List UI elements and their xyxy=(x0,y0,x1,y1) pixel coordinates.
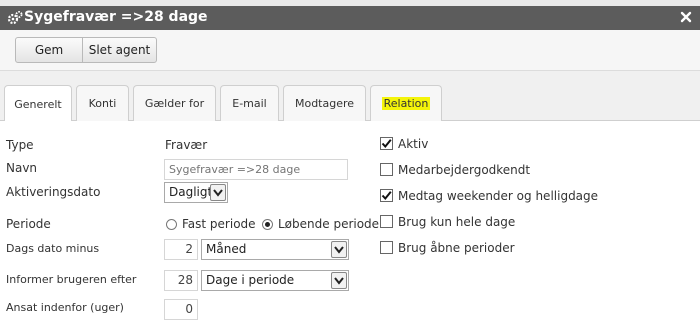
close-icon[interactable] xyxy=(680,11,692,23)
form-content: Type Fravær Navn Aktiveringsdato Dagligt… xyxy=(0,121,700,327)
checkbox-brug-abne-perioder-label: Brug åbne perioder xyxy=(398,241,515,255)
tab-email[interactable]: E-mail xyxy=(220,85,279,121)
gears-icon xyxy=(7,10,23,26)
tab-label-highlighted: Relation xyxy=(381,97,431,110)
navn-label: Navn xyxy=(6,161,38,175)
chevron-down-icon xyxy=(331,241,347,258)
tab-label: Gælder for xyxy=(144,97,205,110)
tab-label: Generelt xyxy=(14,97,62,111)
tab-relation[interactable]: Relation xyxy=(370,85,442,121)
checkbox-medarbejdergodkendt[interactable] xyxy=(380,163,393,176)
dags-dato-minus-unit-select[interactable]: Måned xyxy=(201,239,349,260)
tab-gaelder-for[interactable]: Gælder for xyxy=(133,85,216,121)
aktiveringsdato-label: Aktiveringsdato xyxy=(6,185,101,199)
save-button[interactable]: Gem xyxy=(16,38,83,62)
periode-label: Periode xyxy=(6,217,51,231)
dags-dato-minus-number[interactable]: 2 xyxy=(164,239,198,260)
checkmark-icon xyxy=(381,139,392,149)
navn-input[interactable] xyxy=(164,159,348,180)
informer-number[interactable]: 28 xyxy=(164,270,198,291)
radio-fast-periode[interactable] xyxy=(166,219,177,230)
checkbox-brug-abne-perioder[interactable] xyxy=(380,241,393,254)
checkbox-brug-kun-hele-dage[interactable] xyxy=(380,215,393,228)
checkbox-aktiv-label: Aktiv xyxy=(398,137,429,151)
radio-lobende-periode-label: Løbende periode xyxy=(278,217,380,231)
chevron-down-icon xyxy=(331,272,347,289)
radio-lobende-periode[interactable] xyxy=(262,219,273,230)
tab-bar: Generelt Konti Gælder for E-mail Modtage… xyxy=(0,71,700,122)
informer-unit-select[interactable]: Dage i periode xyxy=(201,270,349,291)
type-label: Type xyxy=(6,138,34,152)
checkbox-medtag-weekender[interactable] xyxy=(380,189,393,202)
ansat-indenfor-number[interactable]: 0 xyxy=(164,299,198,320)
checkbox-medtag-weekender-label: Medtag weekender og helligdage xyxy=(398,189,599,203)
radio-fast-periode-label: Fast periode xyxy=(182,217,256,231)
checkbox-brug-kun-hele-dage-label: Brug kun hele dage xyxy=(398,215,516,229)
dialog-title: Sygefravær =>28 dage xyxy=(24,9,208,25)
checkbox-medarbejdergodkendt-label: Medarbejdergodkendt xyxy=(398,163,531,177)
type-value: Fravær xyxy=(165,138,208,152)
select-value: Dagligt xyxy=(169,185,213,199)
informer-label: Informer brugeren efter xyxy=(6,273,137,286)
toolbar-button-group: Gem Slet agent xyxy=(15,37,157,63)
aktiveringsdato-select[interactable]: Dagligt xyxy=(164,182,228,203)
chevron-down-icon xyxy=(210,184,226,201)
tab-label: Modtagere xyxy=(294,97,355,110)
checkmark-icon xyxy=(381,191,392,201)
ansat-indenfor-label: Ansat indenfor (uger) xyxy=(6,301,124,314)
delete-agent-button[interactable]: Slet agent xyxy=(83,38,156,62)
select-value: Dage i periode xyxy=(206,273,295,287)
toolbar: Gem Slet agent xyxy=(0,30,700,71)
tab-konti[interactable]: Konti xyxy=(76,85,129,121)
dags-dato-minus-label: Dags dato minus xyxy=(6,242,100,255)
select-value: Måned xyxy=(206,242,247,256)
tab-label: E-mail xyxy=(232,97,267,110)
dialog-titlebar: Sygefravær =>28 dage xyxy=(0,6,700,30)
checkbox-aktiv[interactable] xyxy=(380,137,393,150)
tab-label: Konti xyxy=(88,97,117,110)
tab-modtagere[interactable]: Modtagere xyxy=(283,85,366,121)
tab-generelt[interactable]: Generelt xyxy=(4,85,72,122)
